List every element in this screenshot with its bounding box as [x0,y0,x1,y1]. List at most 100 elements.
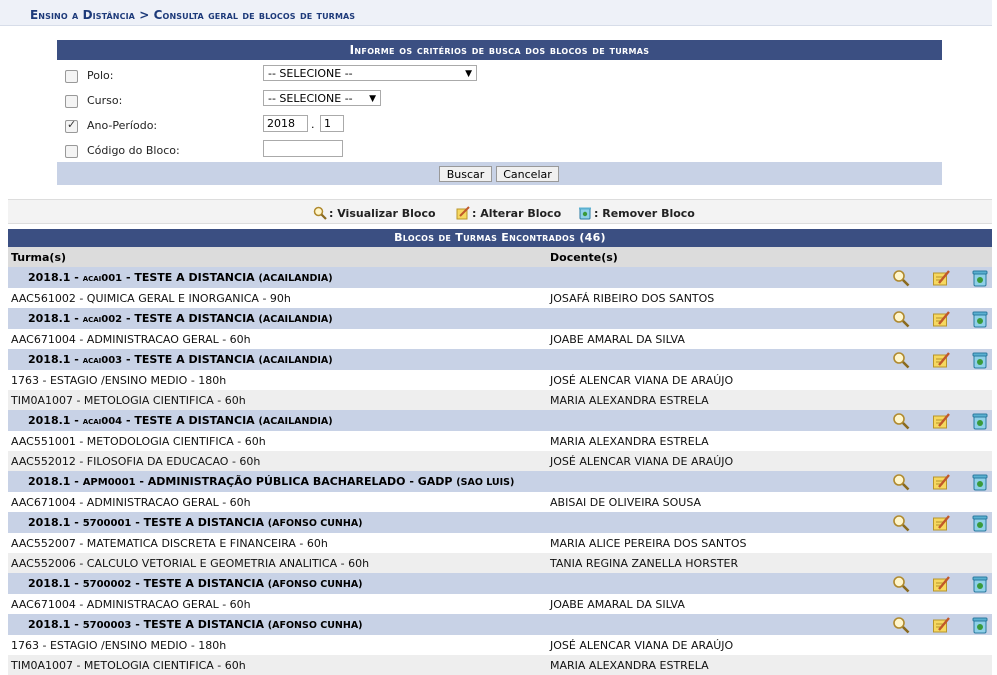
remover-bloco-button[interactable] [971,473,989,491]
turma-cell: 1763 - ESTAGIO /ENSINO MEDIO - 180h [11,639,227,652]
codigo-checkbox[interactable] [65,145,78,158]
docente-cell: MARIA ALEXANDRA ESTRELA [550,659,709,672]
codigo-label: Código do Bloco: [87,144,180,157]
ano-periodo-label: Ano-Período: [87,119,158,132]
bloco-title: - TESTE A DISTANCIA [122,312,259,325]
table-row: AAC552012 - FILOSOFIA DA EDUCACAO - 60h J… [8,451,992,471]
form-row-curso: Curso: -- SELECIONE -- ▼ [57,89,942,114]
curso-select[interactable]: -- SELECIONE -- ▼ [263,90,381,106]
curso-label: Curso: [87,94,123,107]
bloco-title: 2018.1 - 5700002 - TESTE A DISTANCIA (AF… [28,577,363,590]
docente-cell: JOSAFÁ RIBEIRO DOS SANTOS [550,292,715,305]
bloco-code: 5700003 [82,620,132,631]
visualizar-bloco-button[interactable] [892,575,910,593]
remover-bloco-button[interactable] [971,412,989,430]
visualizar-bloco-button[interactable] [892,514,910,532]
search-form-caption: Informe os critérios de busca dos blocos… [57,40,942,60]
turma-cell: 1763 - ESTAGIO /ENSINO MEDIO - 180h [11,374,227,387]
form-row-polo: Polo: -- SELECIONE -- ▼ [57,64,942,89]
turma-cell: TIM0A1007 - METOLOGIA CIENTIFICA - 60h [11,659,246,672]
visualizar-bloco-button[interactable] [892,616,910,634]
magnifier-icon [313,206,327,220]
bloco-prefix: 2018.1 - [28,618,83,631]
ano-periodo-separator: . [311,118,315,131]
docente-cell: JOABE AMARAL DA SILVA [550,598,685,611]
alterar-bloco-button[interactable] [932,514,950,532]
bloco-group-row: 2018.1 - 5700002 - TESTE A DISTANCIA (AF… [8,573,992,594]
polo-label: Polo: [87,69,114,82]
ano-periodo-checkbox[interactable] [65,118,78,133]
docente-cell: MARIA ALEXANDRA ESTRELA [550,394,709,407]
polo-checkbox[interactable] [65,70,78,83]
docente-cell: JOSÉ ALENCAR VIANA DE ARAÚJO [550,639,734,652]
alterar-bloco-button[interactable] [932,310,950,328]
table-row: AAC561002 - QUIMICA GERAL E INORGANICA -… [8,288,992,308]
legend-remover: : Remover Bloco [578,206,695,220]
edit-icon [456,206,470,220]
remover-bloco-button[interactable] [971,616,989,634]
bloco-polo: (AFONSO CUNHA) [267,620,363,631]
alterar-bloco-button[interactable] [932,412,950,430]
bloco-prefix: 2018.1 - [28,353,83,366]
bloco-title: - TESTE A DISTANCIA [131,516,268,529]
remover-bloco-button[interactable] [971,575,989,593]
bloco-title: 2018.1 - 5700001 - TESTE A DISTANCIA (AF… [28,516,363,529]
table-row: TIM0A1007 - METOLOGIA CIENTIFICA - 60h MA… [8,390,992,410]
periodo-input[interactable]: 1 [320,115,344,132]
results-body: 2018.1 - acai001 - TESTE A DISTANCIA (AC… [8,267,992,675]
bloco-title: - ADMINISTRAÇÃO PÚBLICA BACHARELADO - GA… [135,475,457,488]
buscar-button[interactable]: Buscar [439,166,492,182]
visualizar-bloco-button[interactable] [892,412,910,430]
curso-checkbox[interactable] [65,95,78,108]
table-row: AAC551001 - METODOLOGIA CIENTIFICA - 60h… [8,431,992,451]
alterar-bloco-button[interactable] [932,473,950,491]
remover-bloco-button[interactable] [971,269,989,287]
docente-cell: ABISAI DE OLIVEIRA SOUSA [550,496,702,509]
codigo-bloco-input[interactable] [263,140,343,157]
breadcrumb: Ensino a Distância > Consulta geral de b… [0,0,992,26]
bloco-title: 2018.1 - acai004 - TESTE A DISTANCIA (AC… [28,414,333,427]
polo-select[interactable]: -- SELECIONE -- ▼ [263,65,477,81]
bloco-group-row: 2018.1 - APM0001 - ADMINISTRAÇÃO PÚBLICA… [8,471,992,492]
bloco-code: acai003 [82,355,123,366]
alterar-bloco-button[interactable] [932,269,950,287]
actions-legend: : Visualizar Bloco : Alterar Bloco : Rem… [8,199,992,224]
bloco-group-row: 2018.1 - acai004 - TESTE A DISTANCIA (AC… [8,410,992,431]
bloco-title: - TESTE A DISTANCIA [122,271,259,284]
visualizar-bloco-button[interactable] [892,269,910,287]
ano-input[interactable]: 2018 [263,115,308,132]
alterar-bloco-button[interactable] [932,616,950,634]
bloco-title: - TESTE A DISTANCIA [122,414,259,427]
docente-cell: JOSÉ ALENCAR VIANA DE ARAÚJO [550,374,734,387]
remover-bloco-button[interactable] [971,514,989,532]
bloco-title: 2018.1 - acai001 - TESTE A DISTANCIA (AC… [28,271,333,284]
bloco-group-row: 2018.1 - 5700001 - TESTE A DISTANCIA (AF… [8,512,992,533]
table-row: AAC671004 - ADMINISTRACAO GERAL - 60h ABI… [8,492,992,512]
results-header: Turma(s) Docente(s) [8,247,992,267]
bloco-polo: (AFONSO CUNHA) [267,579,363,590]
bloco-title: - TESTE A DISTANCIA [122,353,259,366]
visualizar-bloco-button[interactable] [892,473,910,491]
legend-alterar-label: : Alterar Bloco [472,207,562,220]
visualizar-bloco-button[interactable] [892,351,910,369]
bloco-title: 2018.1 - acai003 - TESTE A DISTANCIA (AC… [28,353,333,366]
bloco-code: 5700001 [82,518,132,529]
polo-select-value: -- SELECIONE -- [268,67,353,80]
bloco-title: 2018.1 - APM0001 - ADMINISTRAÇÃO PÚBLICA… [28,475,514,488]
cancelar-button[interactable]: Cancelar [496,166,559,182]
alterar-bloco-button[interactable] [932,575,950,593]
bloco-polo: (SAO LUIS) [456,477,515,488]
turma-cell: AAC671004 - ADMINISTRACAO GERAL - 60h [11,496,251,509]
bloco-polo: (AFONSO CUNHA) [267,518,363,529]
bloco-prefix: 2018.1 - [28,271,83,284]
visualizar-bloco-button[interactable] [892,310,910,328]
remover-bloco-button[interactable] [971,310,989,328]
form-footer: Buscar Cancelar [57,162,942,185]
alterar-bloco-button[interactable] [932,351,950,369]
col-turma-header: Turma(s) [11,251,67,264]
bloco-code: APM0001 [82,477,136,488]
bloco-title: - TESTE A DISTANCIA [131,618,268,631]
docente-cell: JOABE AMARAL DA SILVA [550,333,685,346]
remover-bloco-button[interactable] [971,351,989,369]
curso-select-value: -- SELECIONE -- [268,92,353,105]
